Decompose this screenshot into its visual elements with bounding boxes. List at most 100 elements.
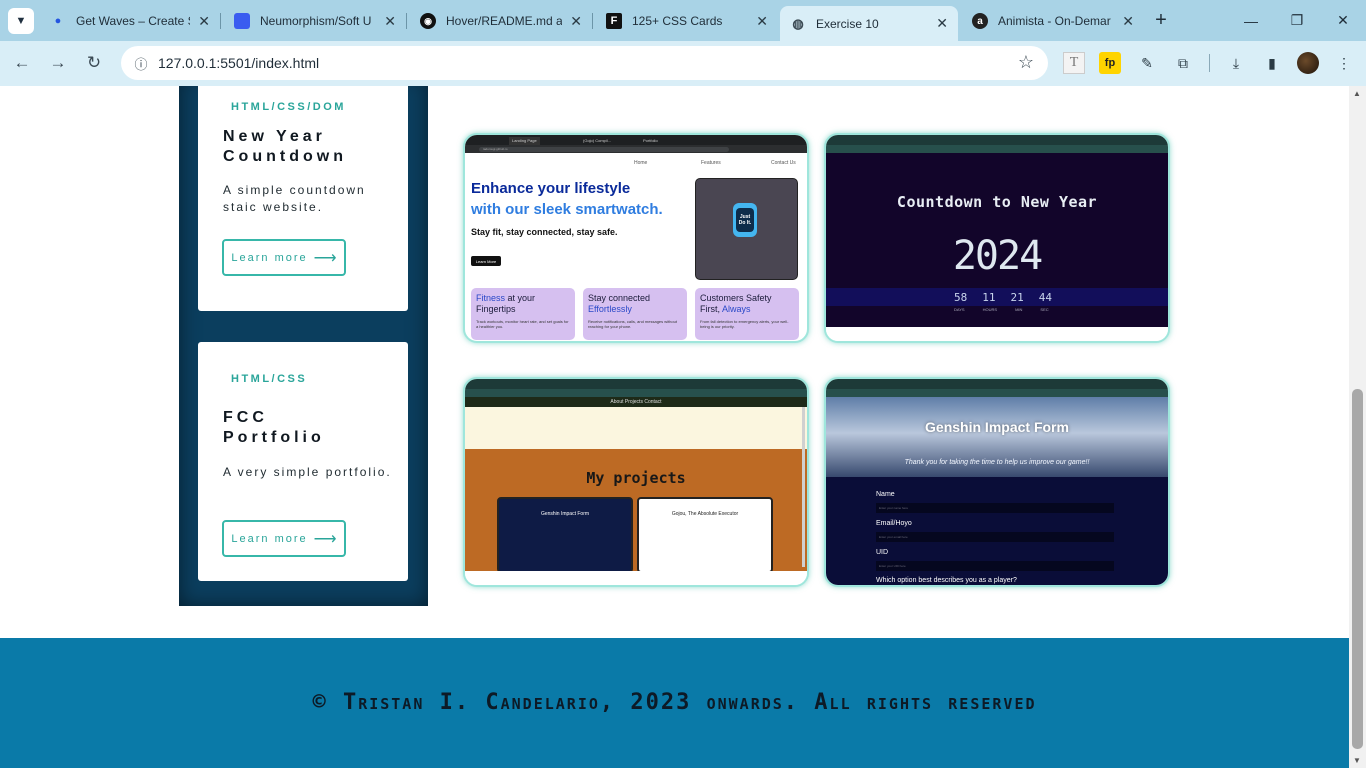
close-icon[interactable]: ✕ (198, 13, 210, 30)
form-input: Enter your email here (876, 532, 1114, 542)
portfolio-project-tile: Genshin Impact Form (497, 497, 633, 573)
portfolio-project-tile: Gojou, The Absolute Executor (637, 497, 773, 573)
tab-title: 125+ CSS Cards (632, 14, 723, 28)
bookmark-star-icon[interactable]: ☆ (1018, 52, 1034, 73)
reload-button[interactable]: ↻ (82, 51, 106, 75)
project-title-line: FCC (223, 409, 268, 426)
site-info-icon[interactable]: ⓘ (131, 53, 151, 73)
forward-button[interactable]: → (46, 51, 70, 75)
headline-tagline: Stay fit, stay connected, stay safe. (471, 227, 618, 237)
feature-highlight: Always (722, 304, 751, 314)
eyedropper-icon[interactable]: ✎ (1136, 52, 1158, 74)
screenshot-portfolio[interactable]: About Projects Contact My projects Gensh… (463, 377, 809, 587)
screenshot-genshin-form[interactable]: Genshin Impact Form Thank you for taking… (824, 377, 1170, 587)
form-label: UID (876, 549, 889, 556)
countdown-hours: 11 (982, 291, 996, 304)
screenshot-countdown[interactable]: Countdown to New Year 2024 58 11 21 44 D… (824, 133, 1170, 343)
download-icon[interactable]: ⤓ (1225, 52, 1247, 74)
feature-desc: Receive notifications, calls, and messag… (588, 319, 677, 329)
project-tag: HTML/CSS/DOM (231, 101, 346, 113)
tab-title: Exercise 10 (816, 16, 879, 31)
tab-search-button[interactable]: ▼ (8, 8, 34, 34)
close-window-button[interactable]: ✕ (1320, 0, 1366, 41)
countdown-labels: DAYS HOURS MIN SEC (954, 307, 1049, 312)
tab-title: Get Waves – Create S (76, 14, 191, 28)
countdown-days: 58 (954, 291, 968, 304)
portfolio-footer (465, 571, 807, 585)
portfolio-hero (465, 407, 807, 449)
tab-exercise-10[interactable]: ◍ Exercise 10 ✕ (780, 6, 958, 41)
minimize-icon: — (1244, 12, 1258, 29)
feature-desc: Track workouts, monitor heart rate, and … (476, 319, 569, 329)
tab-title: Animista - On-Demar (998, 14, 1111, 28)
learn-more-button[interactable]: Learn more ⟶ (222, 520, 346, 557)
close-icon[interactable]: ✕ (570, 13, 582, 30)
countdown-footer (826, 327, 1168, 341)
close-icon[interactable]: ✕ (936, 15, 948, 32)
profile-avatar[interactable] (1297, 52, 1319, 74)
back-button[interactable]: ← (10, 51, 34, 75)
waves-icon: ● (54, 15, 62, 27)
tab-neumorphism[interactable]: Neumorphism/Soft U ✕ (224, 6, 406, 36)
countdown-numbers: 58 11 21 44 (954, 291, 1052, 304)
close-icon[interactable]: ✕ (384, 13, 396, 30)
mini-tab: (Gojo) Compil... (583, 138, 612, 143)
restore-button[interactable]: ❐ (1274, 0, 1320, 41)
screenshot-landing-page[interactable]: Landing Page (Gojo) Compil... Portfolio … (463, 133, 809, 343)
tab-get-waves[interactable]: ● Get Waves – Create S ✕ (40, 6, 220, 36)
scrollbar-thumb[interactable] (1352, 389, 1363, 749)
mini-address-bar: tadumugi.github.io (479, 147, 729, 152)
button-label: Learn more (231, 532, 308, 545)
mini-toolbar (826, 389, 1168, 397)
new-tab-button[interactable]: + (1149, 8, 1173, 32)
minimize-button[interactable]: — (1228, 0, 1274, 41)
address-bar[interactable]: ⓘ 127.0.0.1:5501/index.html ☆ (121, 46, 1048, 80)
genshin-title: Genshin Impact Form (925, 419, 1069, 435)
arrow-right-icon: ⟶ (313, 249, 337, 267)
mini-scrollbar (802, 407, 805, 567)
countdown-minutes: 21 (1010, 291, 1024, 304)
tab-title: Hover/README.md at (446, 14, 563, 28)
scroll-down-icon[interactable]: ▼ (1353, 756, 1361, 765)
extension-t-icon[interactable]: T (1063, 52, 1085, 74)
tab-css-cards[interactable]: F 125+ CSS Cards ✕ (596, 6, 778, 36)
tab-github[interactable]: ◉ Hover/README.md at ✕ (410, 6, 592, 36)
side-panel-icon[interactable]: ▮ (1261, 52, 1283, 74)
extensions-puzzle-icon[interactable]: ⧉ (1172, 52, 1194, 74)
mini-tabstrip (826, 135, 1168, 145)
project-tile-title: Gojou, The Absolute Executor (671, 511, 739, 517)
arrow-right-icon: → (49, 53, 67, 72)
mini-toolbar (826, 145, 1168, 153)
learn-more-button[interactable]: Learn more ⟶ (222, 239, 346, 276)
neumorphism-icon (234, 13, 250, 29)
scroll-up-icon[interactable]: ▲ (1353, 89, 1361, 98)
project-description: A very simple portfolio. (223, 465, 392, 479)
feature-title: Fitness at your Fingertips (476, 293, 570, 315)
project-card: HTML/CSS FCC Portfolio A very simple por… (198, 342, 408, 581)
copyright-text: © Tristan I. Candelario, 2023 onwards. A… (312, 690, 1037, 715)
portfolio-heading: My projects (586, 469, 686, 487)
mini-tabstrip (826, 379, 1168, 389)
feature-title: Stay connected Effortlessly (588, 293, 682, 315)
countdown-title: Countdown to New Year (896, 193, 1098, 211)
page-scrollbar[interactable]: ▲ ▼ (1349, 86, 1366, 768)
more-menu-icon[interactable]: ⋮ (1333, 52, 1355, 74)
button-label: Learn more (231, 251, 308, 264)
tab-strip: ▼ ● Get Waves – Create S ✕ Neumorphism/S… (0, 0, 1366, 41)
extension-fp-icon[interactable]: fp (1099, 52, 1121, 74)
url-text[interactable]: 127.0.0.1:5501/index.html (158, 55, 319, 71)
mini-nav-link: Features (701, 160, 721, 166)
tab-animista[interactable]: a Animista - On-Demar ✕ (962, 6, 1144, 36)
countdown-year: 2024 (952, 233, 1043, 279)
arrow-right-icon: ⟶ (313, 530, 337, 548)
countdown-label: DAYS (954, 307, 965, 312)
plus-icon: + (1155, 8, 1167, 31)
close-icon[interactable]: ✕ (756, 13, 768, 30)
project-tag: HTML/CSS (231, 373, 308, 385)
page-viewport: HTML/CSS/DOM New Year Countdown A simple… (0, 86, 1349, 768)
feature-highlight: Fitness (476, 293, 506, 303)
close-icon[interactable]: ✕ (1122, 13, 1134, 30)
feature-desc: From fall detection to emergency alerts,… (700, 319, 789, 329)
tab-divider (592, 13, 593, 29)
form-question: Which option best describes you as a pla… (876, 577, 1017, 584)
